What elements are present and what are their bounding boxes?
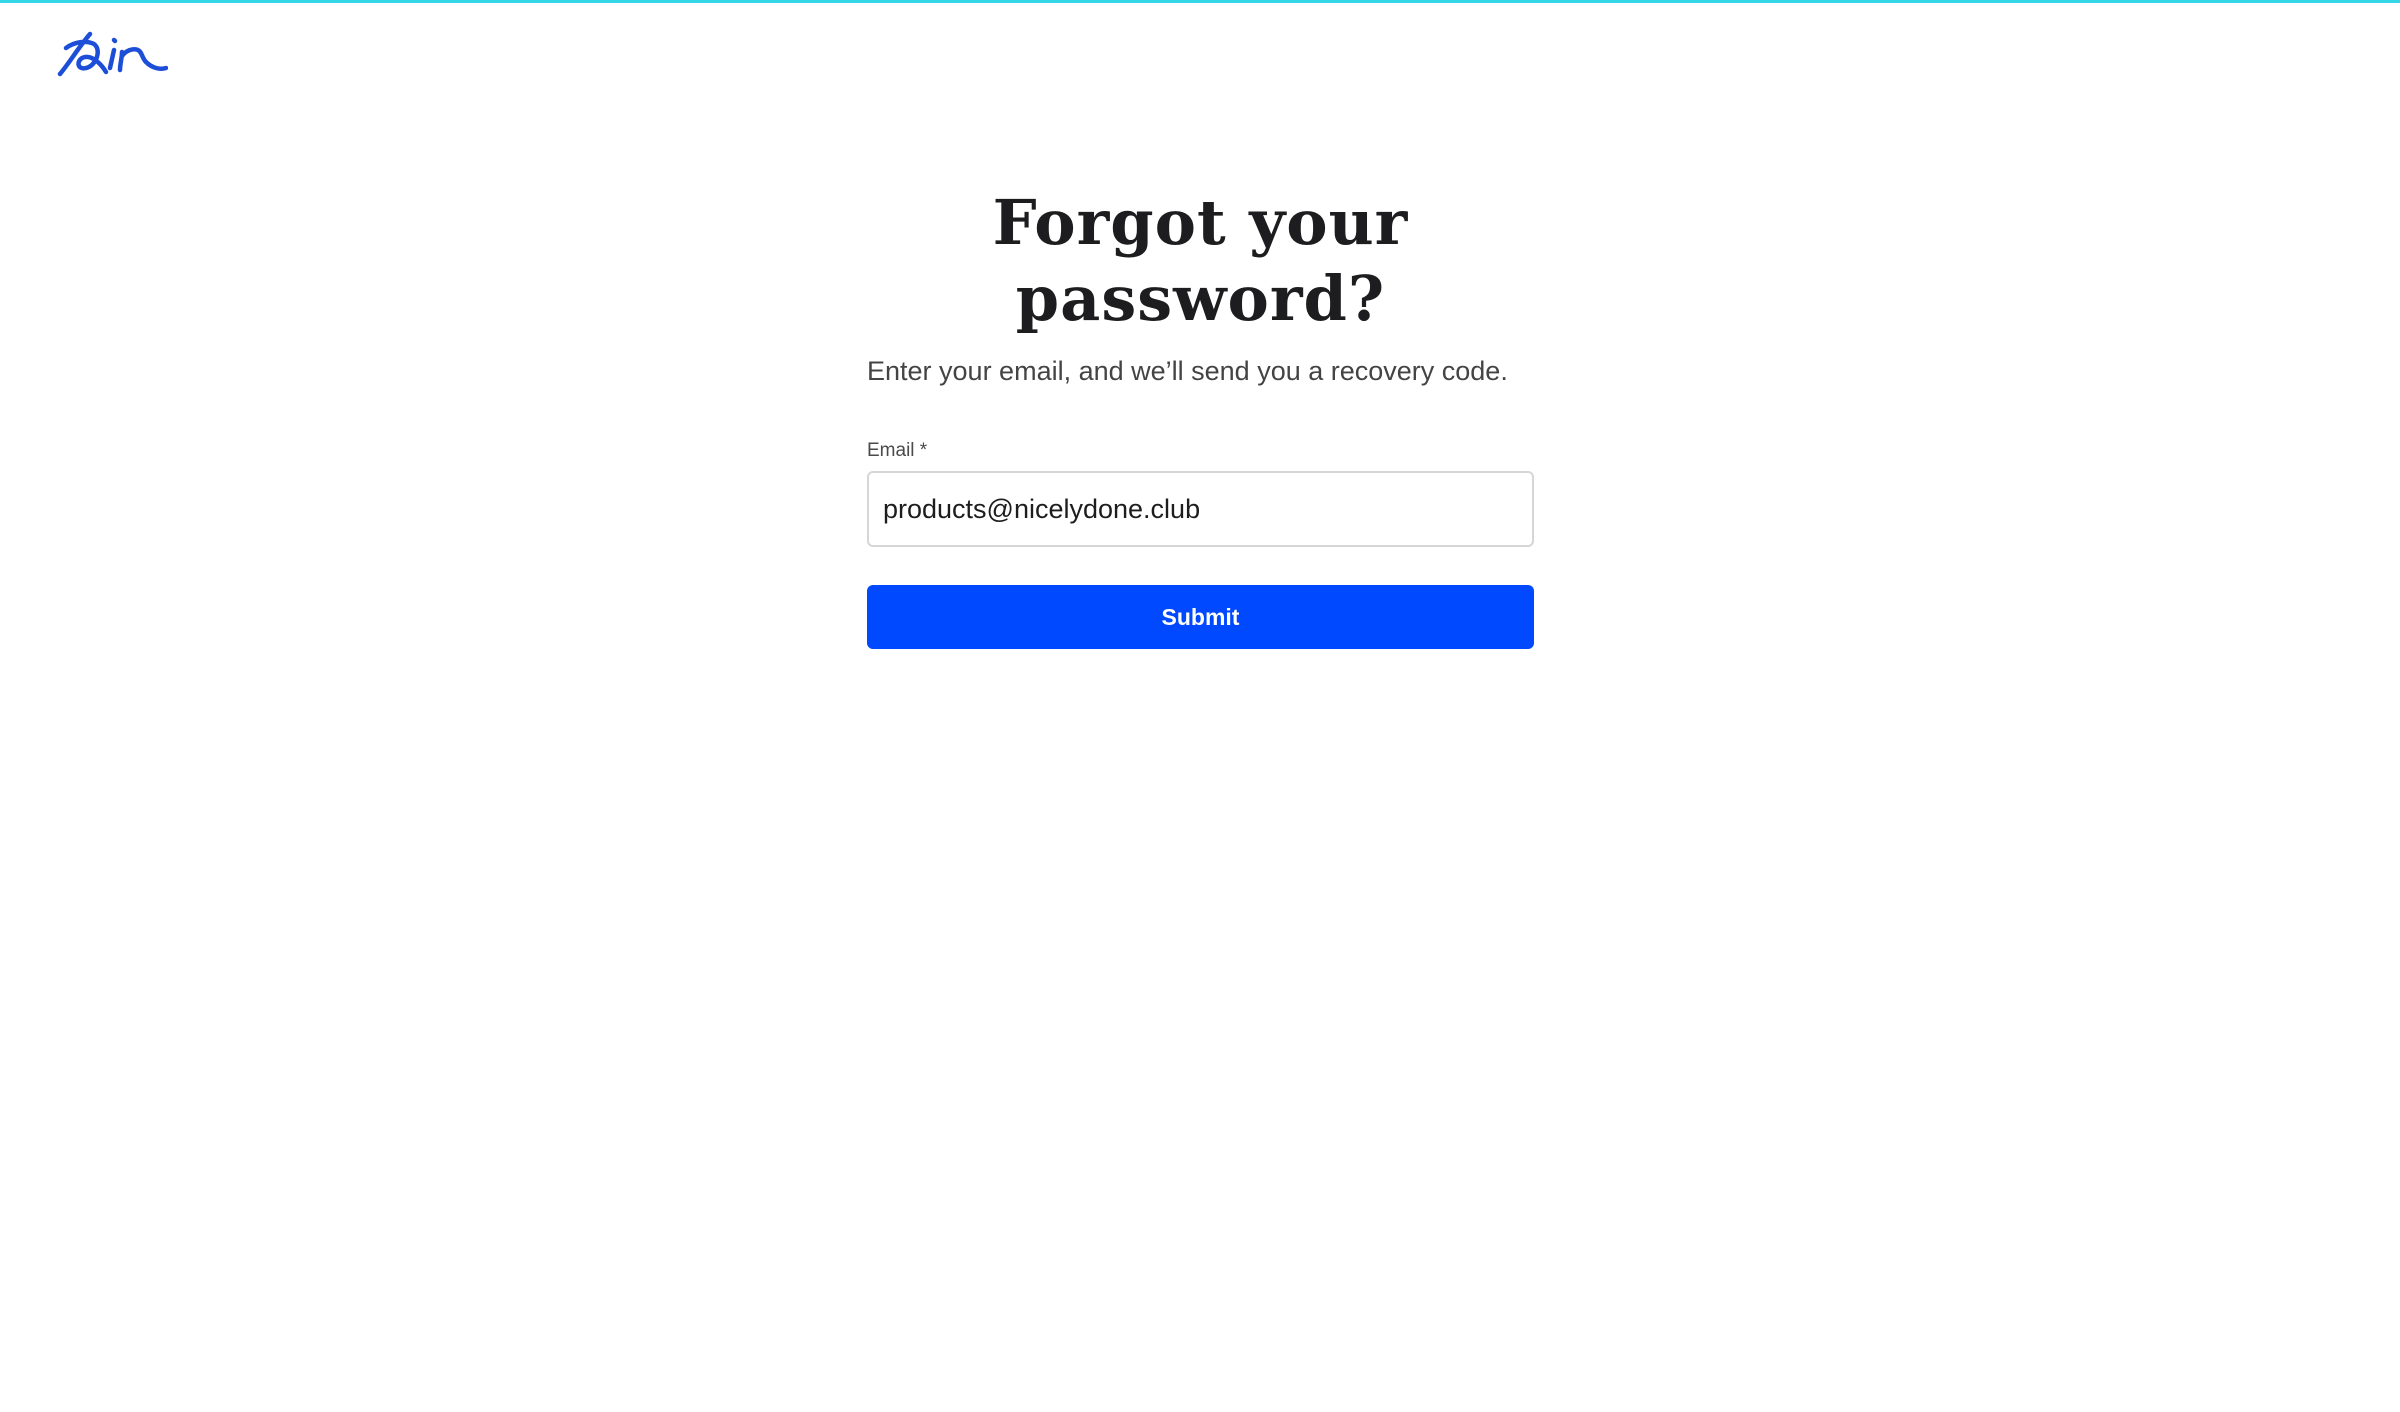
submit-button[interactable]: Submit [867, 585, 1534, 649]
email-input[interactable] [867, 471, 1534, 547]
page-title: Forgot your password? [992, 186, 1409, 335]
top-accent-bar [0, 0, 2400, 3]
email-label: Email * [867, 440, 928, 461]
forgot-password-form: Forgot your password? Enter your email, … [867, 185, 1534, 649]
page-subtitle: Enter your email, and we’ll send you a r… [867, 356, 1508, 386]
air-logo-icon [57, 31, 168, 77]
air-logo[interactable] [56, 28, 168, 80]
